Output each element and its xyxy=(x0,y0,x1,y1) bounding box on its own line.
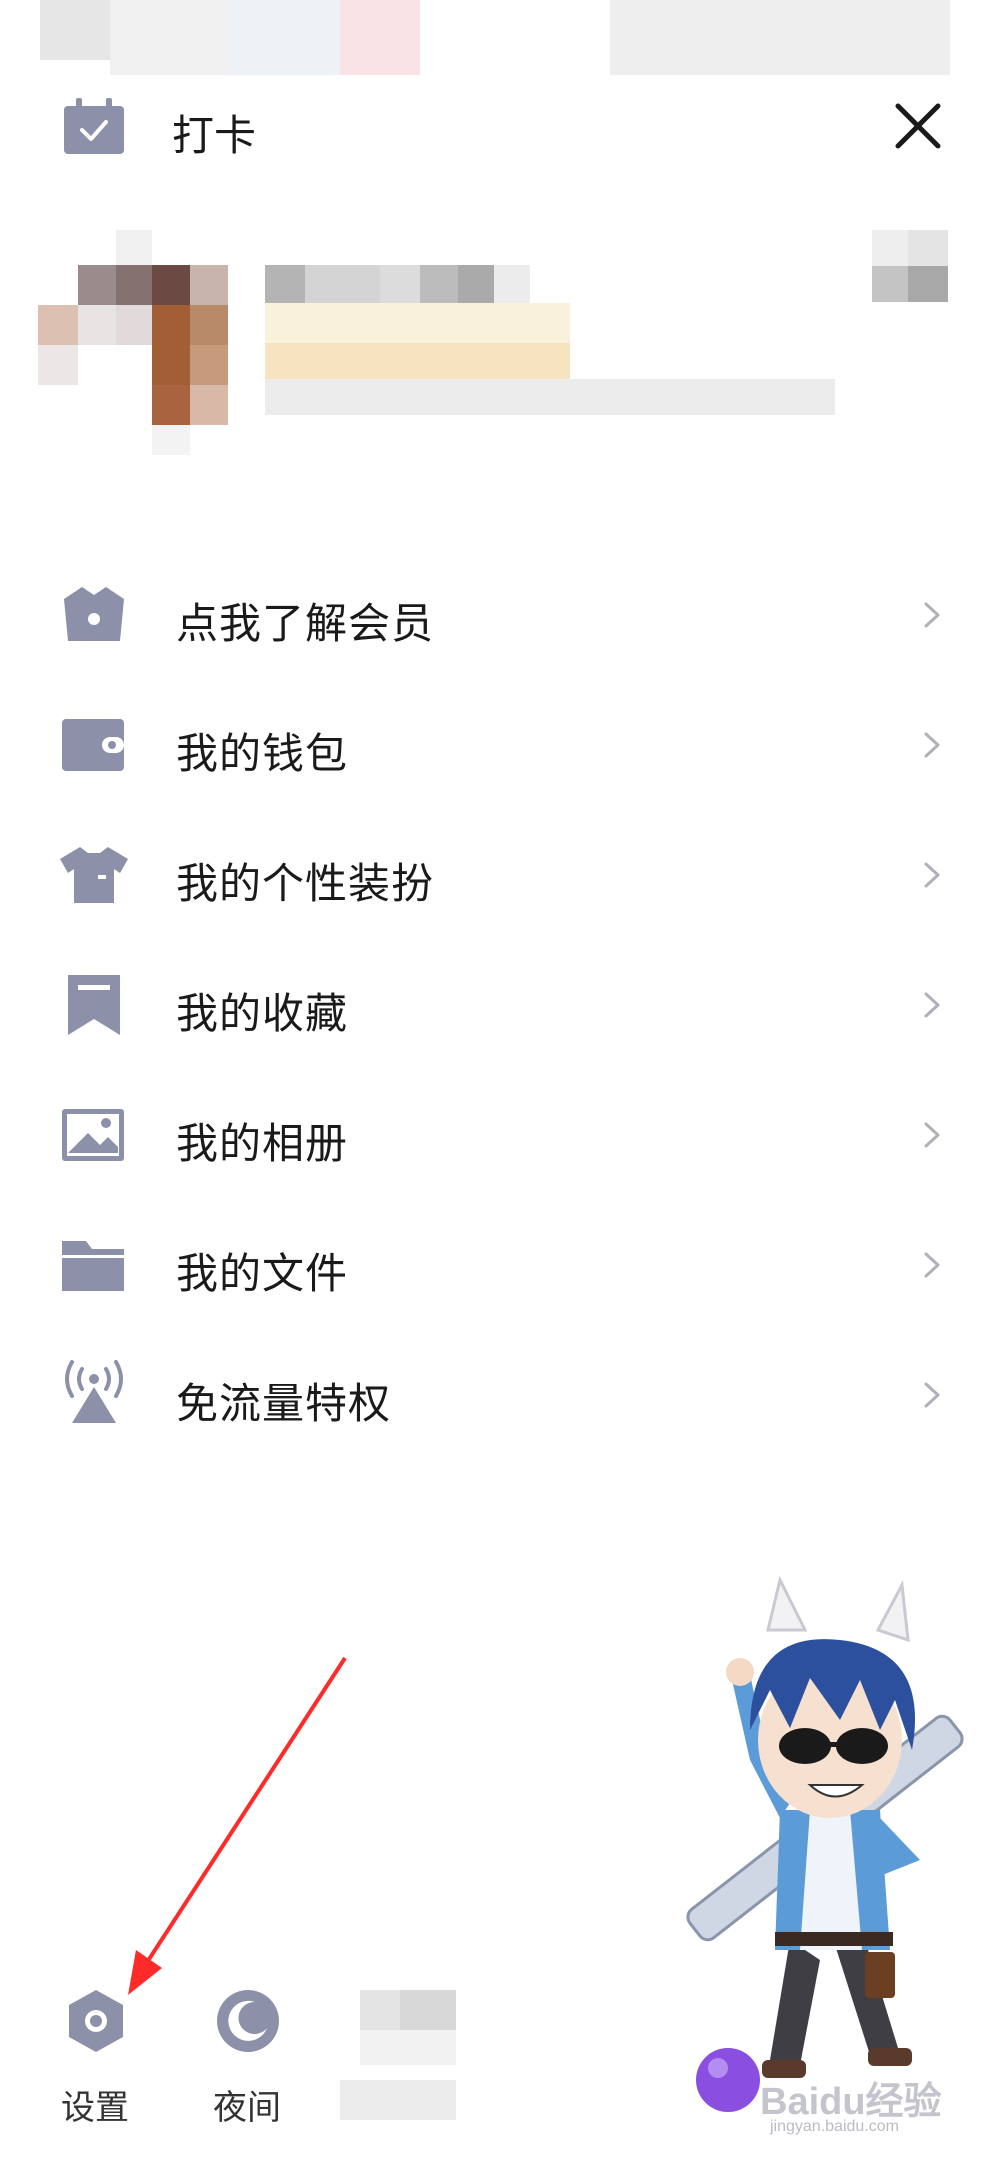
night-mode-button[interactable]: 夜间 xyxy=(187,1980,307,2130)
settings-label: 设置 xyxy=(61,2089,129,2127)
chevron-right-icon xyxy=(920,988,944,1022)
hexagon-gear-icon xyxy=(63,1988,129,2054)
chevron-right-icon xyxy=(920,728,944,762)
chevron-right-icon xyxy=(920,858,944,892)
chevron-right-icon xyxy=(920,1378,944,1412)
menu-item-album[interactable]: 我的相册 xyxy=(0,1080,1000,1190)
settings-button[interactable]: 设置 xyxy=(35,1980,155,2130)
signal-tower-icon xyxy=(58,1360,130,1425)
bookmark-icon xyxy=(58,975,130,1035)
menu-item-free-data[interactable]: 免流量特权 xyxy=(0,1340,1000,1450)
menu-item-files[interactable]: 我的文件 xyxy=(0,1210,1000,1320)
night-label: 夜间 xyxy=(213,2089,281,2127)
menu-item-label: 我的相册 xyxy=(176,1120,349,1167)
close-icon[interactable] xyxy=(890,98,946,154)
chevron-right-icon xyxy=(920,1118,944,1152)
menu-item-favorites[interactable]: 我的收藏 xyxy=(0,950,1000,1060)
menu-item-wallet[interactable]: 我的钱包 xyxy=(0,690,1000,800)
menu-item-label: 我的收藏 xyxy=(176,990,349,1037)
menu-item-label: 我的钱包 xyxy=(176,730,349,777)
chevron-right-icon xyxy=(920,1248,944,1282)
chevron-right-icon xyxy=(920,598,944,632)
watermark-brand: Baidu经验 xyxy=(760,2081,942,2123)
profile-card-blurred[interactable] xyxy=(0,220,1000,460)
moon-icon xyxy=(215,1988,281,2054)
crown-icon xyxy=(58,585,130,645)
wallet-icon xyxy=(58,715,130,775)
top-bar: 打卡 xyxy=(0,80,1000,180)
checkin-label[interactable]: 打卡 xyxy=(172,102,256,163)
folder-icon xyxy=(58,1235,130,1295)
menu-item-label: 免流量特权 xyxy=(176,1380,392,1427)
menu-item-personal-dress-up[interactable]: 我的个性装扮 xyxy=(0,820,1000,930)
menu-item-membership[interactable]: 点我了解会员 xyxy=(0,560,1000,670)
watermark-url: jingyan.baidu.com xyxy=(770,2118,899,2135)
shirt-icon xyxy=(58,845,130,905)
menu-item-label: 点我了解会员 xyxy=(176,600,435,647)
menu-item-label: 我的个性装扮 xyxy=(176,860,435,907)
photo-icon xyxy=(58,1105,130,1165)
calendar-check-icon[interactable] xyxy=(62,98,126,156)
menu-item-label: 我的文件 xyxy=(176,1250,349,1297)
